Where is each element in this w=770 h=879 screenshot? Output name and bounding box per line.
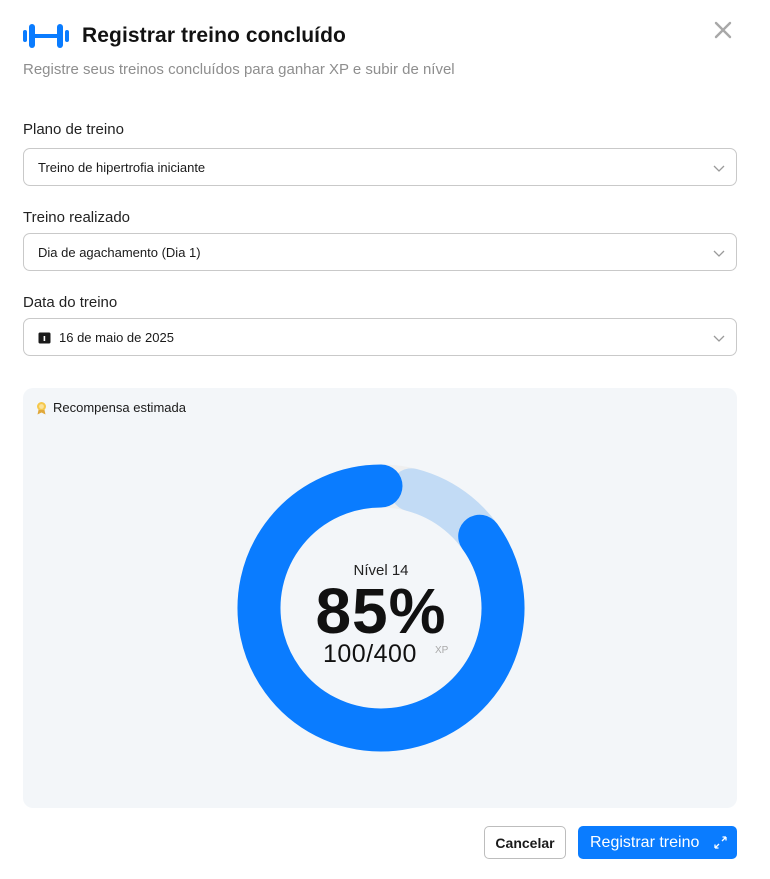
expand-arrows-icon <box>714 836 727 849</box>
workout-label: Treino realizado <box>23 209 130 226</box>
dialog-title: Registrar treino concluído <box>82 24 346 47</box>
progress-percent: 85% <box>315 575 447 647</box>
dialog-subtitle: Registre seus treinos concluídos para ga… <box>23 61 455 78</box>
ring-center: Nível 14 85% 100/400 XP <box>237 464 525 752</box>
medal-icon <box>37 401 46 414</box>
cancel-button[interactable]: Cancelar <box>484 826 566 859</box>
submit-button[interactable]: Registrar treino <box>578 826 737 859</box>
calendar-icon <box>38 332 51 343</box>
reward-label: Recompensa estimada <box>53 400 186 415</box>
date-select[interactable]: 16 de maio de 2025 <box>23 318 737 356</box>
reward-card: Recompensa estimada Nível 14 85% 100/400… <box>23 388 737 808</box>
plan-value: Treino de hipertrofia iniciante <box>38 159 206 175</box>
chevron-down-icon <box>713 335 725 342</box>
xp-value: 100/400 <box>323 640 417 668</box>
close-icon[interactable] <box>713 20 733 40</box>
reward-header: Recompensa estimada <box>35 400 186 415</box>
dumbbell-h-icon <box>23 24 69 48</box>
chevron-down-icon <box>713 165 725 172</box>
submit-label: Registrar treino <box>590 833 700 851</box>
plan-label: Plano de treino <box>23 121 124 138</box>
workout-select[interactable]: Dia de agachamento (Dia 1) <box>23 233 737 271</box>
dialog-header: Registrar treino concluído <box>23 22 346 50</box>
xp-unit: XP <box>435 645 449 656</box>
workout-value: Dia de agachamento (Dia 1) <box>38 244 201 260</box>
chevron-down-icon <box>713 250 725 257</box>
date-value: 16 de maio de 2025 <box>59 329 174 345</box>
date-label: Data do treino <box>23 294 118 311</box>
plan-select[interactable]: Treino de hipertrofia iniciante <box>23 148 737 186</box>
